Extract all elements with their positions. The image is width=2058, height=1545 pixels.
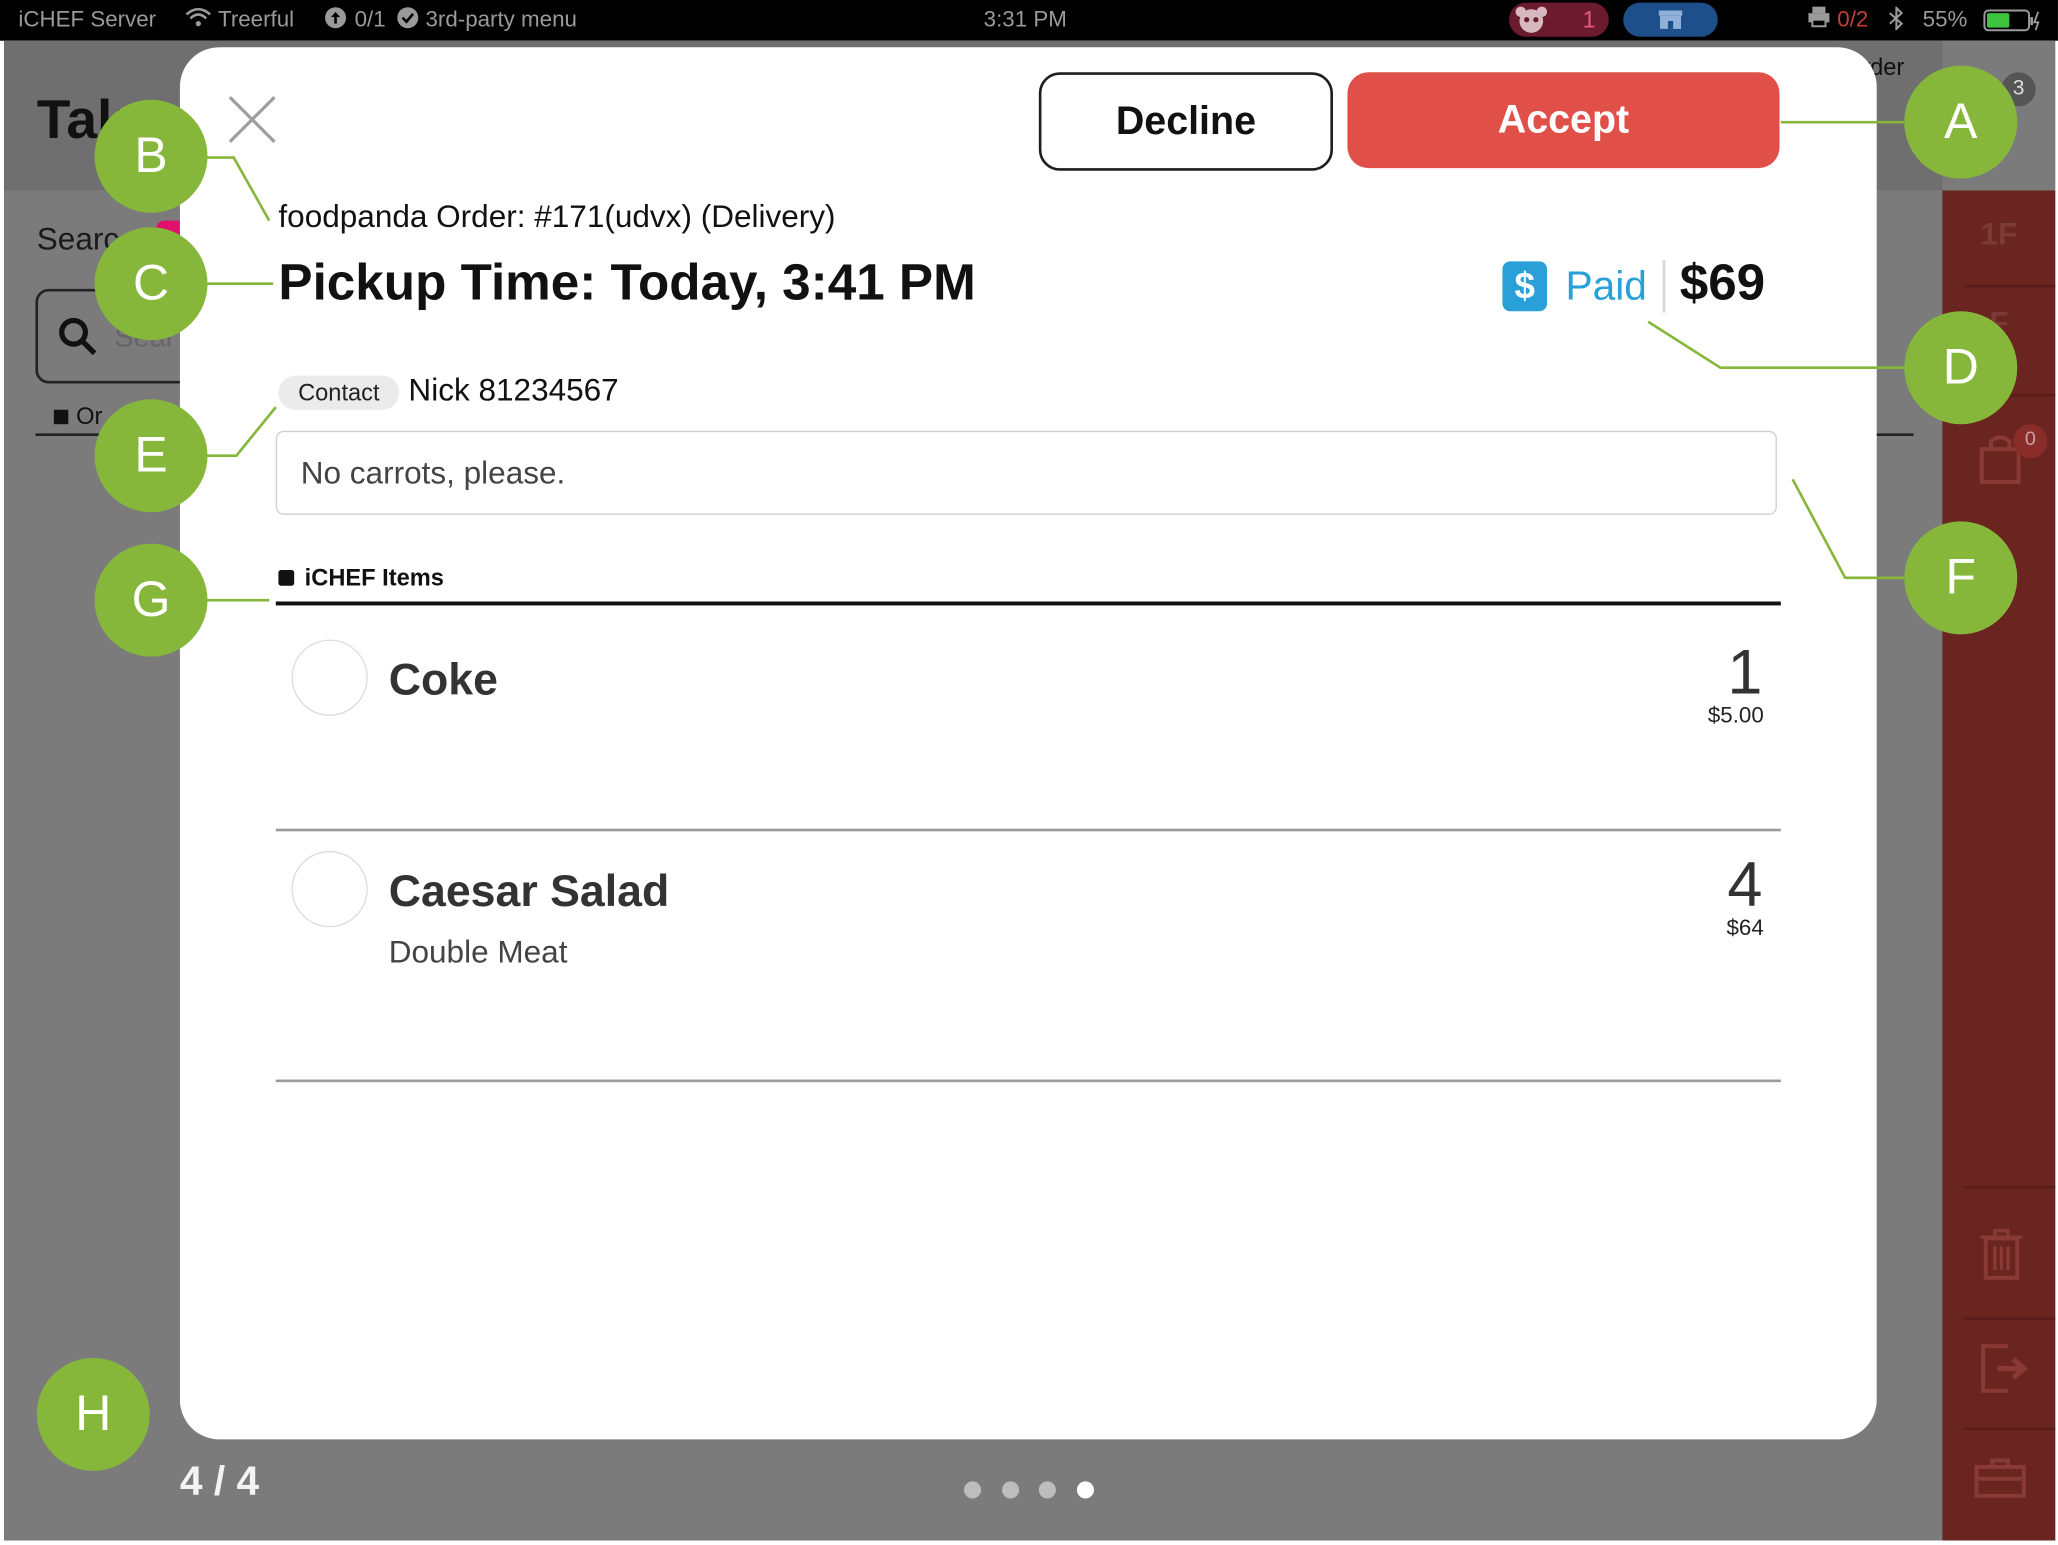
callout-leader-lines — [206, 120, 1905, 602]
callout-d: D — [1904, 311, 2018, 425]
callout-g: G — [94, 543, 208, 657]
callout-e: E — [94, 399, 208, 513]
callout-h: H — [36, 1357, 150, 1471]
callout-a: A — [1904, 65, 2018, 179]
callout-f: F — [1904, 521, 2018, 635]
callout-b: B — [94, 99, 208, 213]
callout-c: C — [94, 227, 208, 341]
screen: iCHEF Server Treerful 0/1 3rd-party menu… — [0, 0, 2058, 1545]
